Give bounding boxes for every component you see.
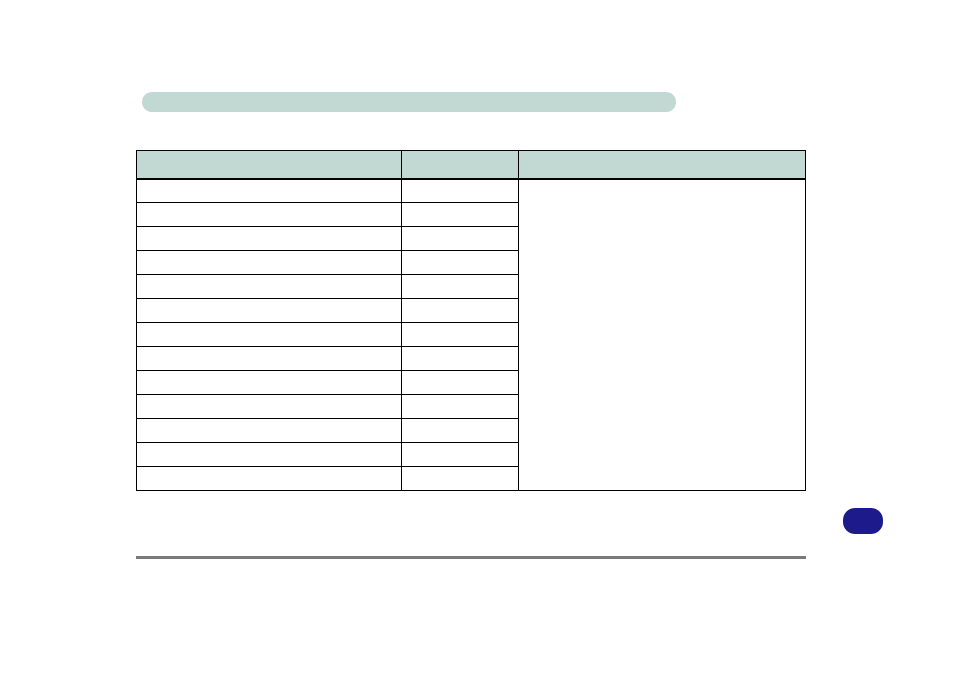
table-header-col-c <box>519 151 806 179</box>
footer-divider <box>136 556 806 559</box>
table-notes-cell <box>519 179 806 491</box>
table-cell-b <box>401 467 519 491</box>
table-cell-b <box>401 347 519 371</box>
table-cell-a <box>137 275 402 299</box>
table-cell-a <box>137 179 402 203</box>
table-cell-a <box>137 323 402 347</box>
table-cell-b <box>401 227 519 251</box>
table-cell-b <box>401 203 519 227</box>
table-cell-b <box>401 371 519 395</box>
table-cell-b <box>401 443 519 467</box>
table-cell-a <box>137 299 402 323</box>
table-header-col-a <box>137 151 402 179</box>
data-table <box>136 150 806 491</box>
table-cell-a <box>137 371 402 395</box>
table-cell-a <box>137 251 402 275</box>
table-cell-a <box>137 419 402 443</box>
table-cell-b <box>401 323 519 347</box>
table-header-row <box>137 151 806 179</box>
section-header-bar <box>142 92 676 112</box>
table-cell-b <box>401 395 519 419</box>
table-cell-a <box>137 203 402 227</box>
table-cell-a <box>137 347 402 371</box>
table-cell-b <box>401 275 519 299</box>
table-cell-a <box>137 227 402 251</box>
table-cell-a <box>137 467 402 491</box>
table-cell-b <box>401 179 519 203</box>
table-cell-b <box>401 251 519 275</box>
table-cell-b <box>401 419 519 443</box>
table-header-col-b <box>401 151 519 179</box>
table-row <box>137 179 806 203</box>
table-cell-a <box>137 443 402 467</box>
page-number-badge <box>843 508 883 534</box>
table-cell-a <box>137 395 402 419</box>
table-cell-b <box>401 299 519 323</box>
